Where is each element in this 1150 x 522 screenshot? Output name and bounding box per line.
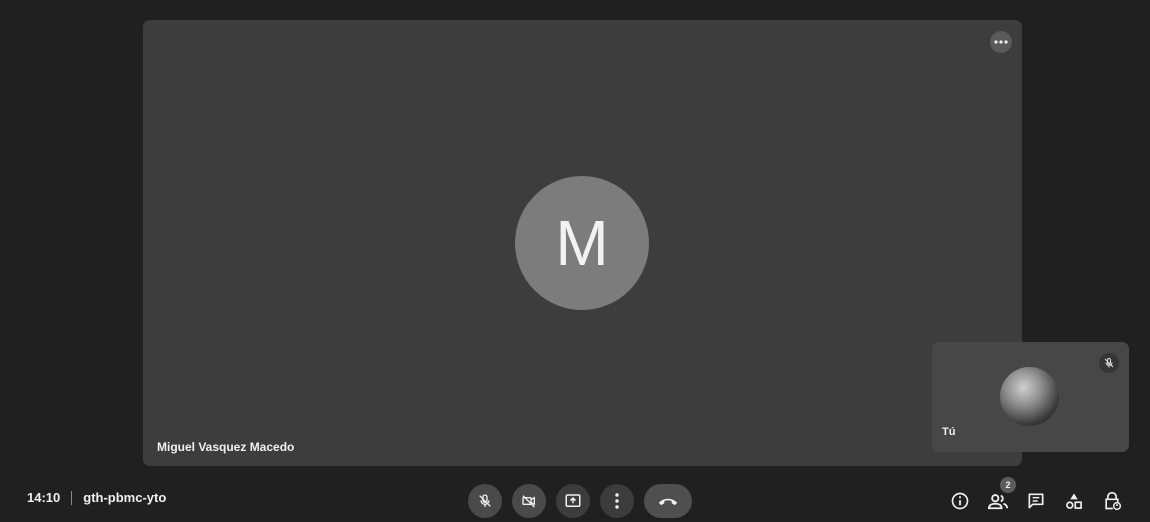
people-icon	[987, 494, 1008, 510]
more-vertical-icon	[615, 493, 619, 509]
activities-button[interactable]	[1062, 489, 1086, 513]
activities-icon	[1066, 493, 1082, 509]
chat-icon	[1028, 493, 1044, 509]
main-participant-tile: M Miguel Vasquez Macedo	[143, 20, 1022, 466]
self-avatar	[1000, 367, 1059, 426]
present-screen-button[interactable]	[556, 484, 590, 518]
meeting-time: 14:10	[27, 490, 61, 505]
more-options-button[interactable]	[600, 484, 634, 518]
participants-count-badge: 2	[1000, 477, 1016, 493]
info-icon	[951, 492, 969, 510]
tile-options-button[interactable]	[990, 31, 1012, 53]
meeting-details-button[interactable]	[948, 489, 972, 513]
present-screen-icon	[565, 494, 581, 507]
meeting-info: 14:10 gth-pbmc-yto	[27, 490, 166, 505]
more-horizontal-icon	[994, 40, 1008, 44]
camera-toggle-button[interactable]	[512, 484, 546, 518]
mic-off-icon	[1104, 358, 1114, 368]
host-controls-button[interactable]	[1100, 489, 1124, 513]
chat-button[interactable]	[1024, 489, 1048, 513]
participants-button[interactable]: 2	[986, 477, 1016, 513]
self-view-tile: Tú	[932, 342, 1129, 452]
end-call-button[interactable]	[644, 484, 692, 518]
lock-person-icon	[1105, 491, 1122, 511]
self-label: Tú	[942, 426, 956, 438]
call-end-icon	[658, 498, 678, 506]
participant-avatar: M	[515, 176, 649, 310]
meeting-code: gth-pbmc-yto	[83, 490, 167, 505]
mic-toggle-button[interactable]	[468, 484, 502, 518]
divider	[71, 490, 73, 505]
videocam-off-icon	[522, 495, 535, 508]
bottom-toolbar: 14:10 gth-pbmc-yto 2	[0, 476, 1150, 522]
self-mic-status	[1099, 353, 1119, 373]
participant-name: Miguel Vasquez Macedo	[157, 440, 295, 454]
mic-off-icon	[479, 494, 491, 507]
side-panel-buttons: 2	[948, 477, 1124, 513]
call-controls	[468, 484, 692, 518]
